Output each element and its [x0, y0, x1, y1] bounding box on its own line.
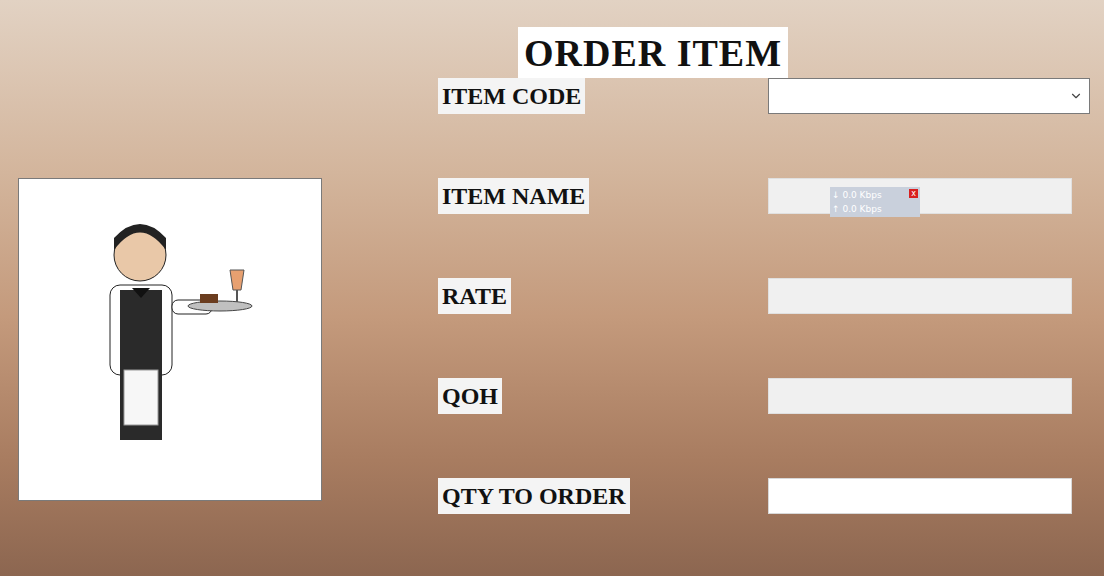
overlay-close-button[interactable]: x [909, 189, 918, 198]
text-field [768, 278, 1072, 314]
order-form: ITEM CODE ITEM NAME RATE QOH QTY TO ORDER [0, 78, 1104, 576]
field-cell [768, 78, 1104, 114]
field-label: ITEM NAME [438, 178, 589, 214]
field-label: QOH [438, 378, 502, 414]
chevron-down-icon [1069, 89, 1083, 103]
window-title: ORDER ITEM [518, 27, 788, 78]
upload-speed: ↑ 0.0 Kbps [832, 202, 918, 216]
header: ORDER ITEM [0, 0, 1104, 78]
field-cell [768, 378, 1104, 414]
field-cell [768, 278, 1104, 314]
field-label: ITEM CODE [438, 78, 585, 114]
waiter-picture [18, 178, 322, 501]
field-label: RATE [438, 278, 511, 314]
text-field [768, 178, 1072, 214]
download-speed: ↓ 0.0 Kbps [832, 188, 918, 202]
network-speed-overlay: ↓ 0.0 Kbps↑ 0.0 Kbps x [830, 187, 920, 217]
waiter-illustration-icon [70, 210, 270, 470]
field-cell [768, 178, 1104, 214]
text-field[interactable] [768, 478, 1072, 514]
item-code-select[interactable] [768, 78, 1090, 114]
field-label: QTY TO ORDER [438, 478, 630, 514]
text-field [768, 378, 1072, 414]
order-item-window: ORDER ITEMITEM CODE ITEM NAME RATE QOH QTY T… [0, 0, 1104, 576]
field-cell [768, 478, 1104, 514]
